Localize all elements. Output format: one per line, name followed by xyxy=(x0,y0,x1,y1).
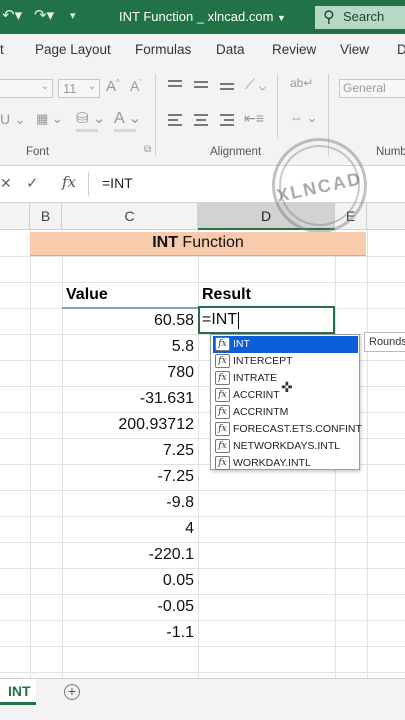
decrease-font-icon[interactable]: Aˇ xyxy=(130,78,142,94)
active-cell-text: =INT xyxy=(202,311,238,328)
tab-review[interactable]: Review xyxy=(272,42,316,57)
column-header-b[interactable]: B xyxy=(30,203,62,230)
search-icon: ⚲ xyxy=(323,9,335,26)
function-autocomplete-list: fx INT fx INTERCEPT fx INTRATE fx ACCRIN… xyxy=(210,334,362,472)
group-separator xyxy=(155,74,156,156)
function-icon: fx xyxy=(215,371,230,385)
text-cursor xyxy=(238,312,239,329)
dialog-launcher-icon[interactable]: ⧉ xyxy=(144,144,151,155)
value-cell[interactable]: -31.631 xyxy=(66,390,194,408)
value-cell[interactable]: -0.05 xyxy=(66,598,194,616)
tab-page-layout[interactable]: Page Layout xyxy=(35,42,111,57)
function-icon: fx xyxy=(215,405,230,419)
autocomplete-item[interactable]: fx ACCRINTM xyxy=(213,404,358,421)
result-header[interactable]: Result xyxy=(202,286,251,304)
title-dropdown-icon[interactable]: ▼ xyxy=(277,13,286,23)
font-size-value: 11 xyxy=(63,81,77,96)
autocomplete-item[interactable]: fx FORECAST.ETS.CONFINT xyxy=(213,421,362,438)
borders-icon[interactable]: ▦ ⌄ xyxy=(36,111,63,127)
value-cell[interactable]: 60.58 xyxy=(66,312,194,330)
value-cell[interactable]: 4 xyxy=(66,520,194,538)
function-icon: fx xyxy=(215,388,230,402)
chevron-down-icon: ⌄ xyxy=(87,81,96,92)
select-all-corner[interactable] xyxy=(0,203,30,230)
title-banner[interactable]: INT Function xyxy=(30,232,366,256)
orientation-icon[interactable]: ⟋ ⌄ xyxy=(245,76,266,93)
number-format-box[interactable]: General xyxy=(339,79,405,98)
tab-view[interactable]: View xyxy=(340,42,369,57)
value-cell[interactable]: 5.8 xyxy=(66,338,194,356)
indent-icon[interactable]: ⇤≡ xyxy=(244,110,264,127)
tab-formulas[interactable]: Formulas xyxy=(135,42,191,57)
value-cell[interactable]: 780 xyxy=(66,364,194,382)
value-header[interactable]: Value xyxy=(66,286,108,304)
banner-bold-text: INT xyxy=(152,234,178,251)
tab-insert[interactable]: t xyxy=(0,42,4,57)
title-bar: ↶▾ ↷▾ ▾ INT Function _ xlncad.com ▼ ⚲ Se… xyxy=(0,0,405,34)
tab-developer[interactable]: D xyxy=(397,42,405,57)
number-format-value: General xyxy=(343,81,386,95)
formula-input[interactable]: =INT xyxy=(102,175,133,191)
function-icon: fx xyxy=(215,337,230,351)
autocomplete-item[interactable]: fx NETWORKDAYS.INTL xyxy=(213,438,358,455)
font-color-icon[interactable]: A ⌄ xyxy=(114,108,142,128)
ribbon-tabs: t Page Layout Formulas Data Review View … xyxy=(0,34,405,66)
formula-divider xyxy=(88,172,89,196)
insert-function-icon[interactable]: fx xyxy=(62,173,76,191)
column-header-c[interactable]: C xyxy=(62,203,198,230)
function-tooltip: Rounds xyxy=(364,332,405,352)
enter-check-icon[interactable]: ✓ xyxy=(26,174,39,192)
merge-center-icon[interactable]: ⇔ ⌄ xyxy=(290,110,318,126)
autocomplete-item[interactable]: fx WORKDAY.INTL xyxy=(213,455,358,472)
font-name-box[interactable]: ⌄ xyxy=(0,79,53,98)
plus-circle-icon[interactable]: + xyxy=(64,684,80,700)
value-cell[interactable]: -220.1 xyxy=(66,546,194,564)
font-color-swatch xyxy=(114,129,136,132)
chevron-down-icon: ⌄ xyxy=(40,81,49,92)
autocomplete-item[interactable]: fx INT xyxy=(213,336,358,353)
increase-font-icon[interactable]: A^ xyxy=(106,78,120,95)
function-icon: fx xyxy=(215,354,230,368)
value-cell[interactable]: -1.1 xyxy=(66,624,194,642)
fill-color-icon[interactable]: ⛁ ⌄ xyxy=(76,109,105,127)
alignment-group-label: Alignment xyxy=(210,146,262,158)
sheet-tab-bar: INT + xyxy=(0,678,405,720)
xlncad-watermark-logo: XLNCAD xyxy=(272,138,367,233)
group-separator xyxy=(277,74,278,138)
number-group-label: Numb xyxy=(376,146,405,158)
function-icon: fx xyxy=(215,439,230,453)
header-underline-c xyxy=(62,307,199,309)
banner-text: Function xyxy=(177,234,244,251)
autocomplete-item[interactable]: fx INTERCEPT xyxy=(213,353,358,370)
search-box[interactable]: ⚲ Search xyxy=(315,6,405,29)
value-cell[interactable]: -9.8 xyxy=(66,494,194,512)
wrap-text-icon[interactable]: ab↵ xyxy=(290,76,313,90)
font-group-label: Font xyxy=(26,146,50,158)
function-icon: fx xyxy=(215,422,230,436)
cancel-icon[interactable]: ✕ xyxy=(0,175,12,192)
value-cell[interactable]: 7.25 xyxy=(66,442,194,460)
value-cell[interactable]: 200.93712 xyxy=(66,416,194,434)
fill-color-swatch xyxy=(76,129,98,132)
search-label: Search xyxy=(343,9,385,24)
function-icon: fx xyxy=(215,456,230,470)
value-cell[interactable]: 0.05 xyxy=(66,572,194,590)
mouse-cursor-icon: ✜ xyxy=(281,379,293,395)
tab-data[interactable]: Data xyxy=(216,42,245,57)
underline-icon[interactable]: U ⌄ xyxy=(0,111,26,128)
active-cell-d4[interactable]: =INT xyxy=(198,306,335,334)
sheet-tab-int[interactable]: INT xyxy=(0,679,36,705)
font-size-box[interactable]: 11 ⌄ xyxy=(58,79,100,98)
value-cell[interactable]: -7.25 xyxy=(66,468,194,486)
